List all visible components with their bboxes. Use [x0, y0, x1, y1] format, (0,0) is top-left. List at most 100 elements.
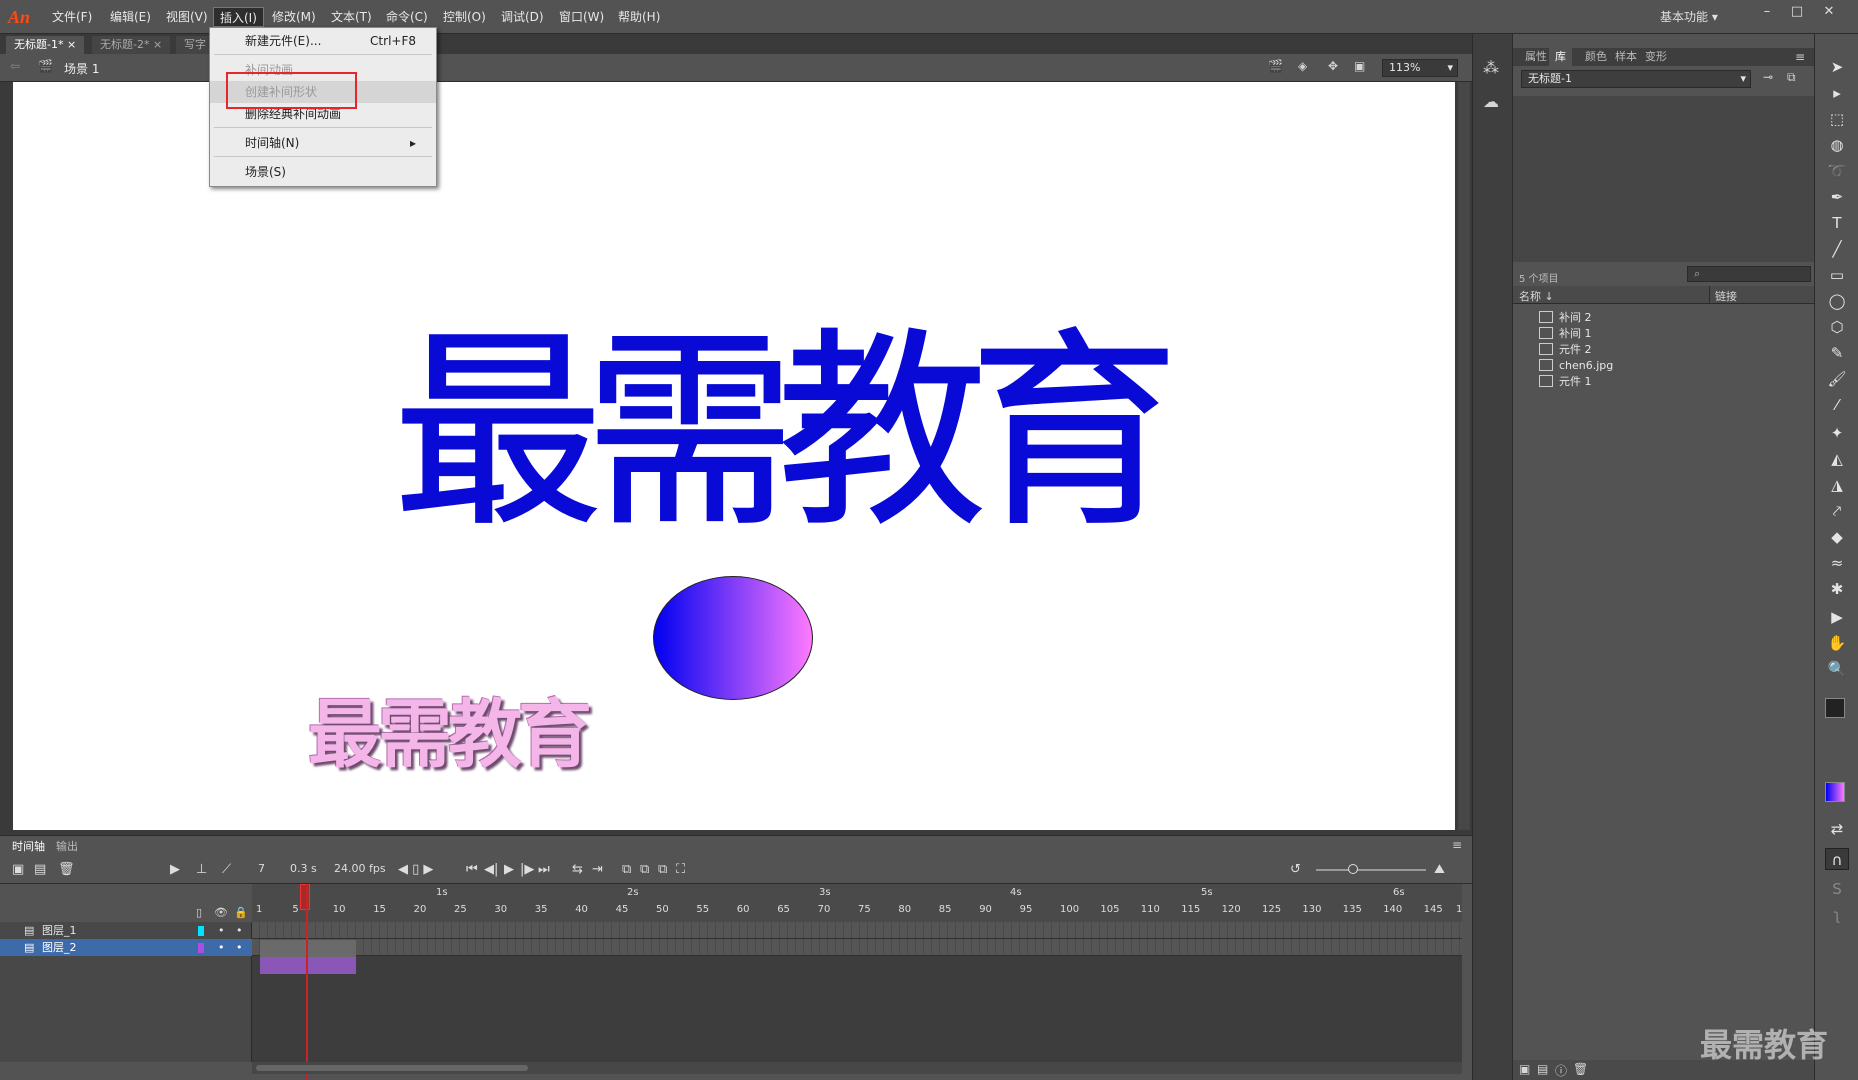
tab-untitled-1[interactable]: 无标题-1* ×	[6, 36, 85, 54]
elapsed-time[interactable]: 0.3 s	[290, 862, 317, 875]
menu-item-new-symbol[interactable]: 新建元件(E)... Ctrl+F8	[210, 30, 436, 52]
lock-dot[interactable]: •	[236, 922, 243, 939]
new-folder-icon[interactable]: ▤	[34, 862, 46, 877]
oval-tool-icon[interactable]: ◯	[1825, 290, 1849, 312]
asset-warp-tool-icon[interactable]: ✱	[1825, 578, 1849, 600]
swap-colors-icon[interactable]: ⇄	[1825, 818, 1849, 840]
library-item[interactable]: chen6.jpg	[1539, 358, 1613, 374]
maximize-button[interactable]: □	[1782, 2, 1812, 22]
frame-rate[interactable]: 24.00 fps	[334, 862, 386, 875]
new-symbol-icon[interactable]: ▣	[1519, 1062, 1530, 1076]
menu-help[interactable]: 帮助(H)	[612, 7, 666, 27]
pencil-tool-icon[interactable]: ✎	[1825, 342, 1849, 364]
text-tool-icon[interactable]: T	[1825, 212, 1849, 234]
tab-properties[interactable]: 属性	[1519, 48, 1553, 66]
rectangle-tool-icon[interactable]: ▭	[1825, 264, 1849, 286]
onion-skin-icon[interactable]: ⧉	[622, 862, 631, 877]
new-layer-icon[interactable]: ▣	[12, 862, 24, 877]
show-all-layers-icon[interactable]: ▯	[196, 906, 202, 919]
3d-rotation-tool-icon[interactable]: ◍	[1825, 134, 1849, 156]
layer-row-1[interactable]: ▤ 图层_1 • •	[0, 922, 252, 939]
scrollbar-thumb[interactable]	[256, 1065, 528, 1071]
eyedropper-tool-icon[interactable]: ⤤	[1825, 500, 1849, 522]
mountain-icon[interactable]: ⛰	[1434, 862, 1445, 877]
close-window-button[interactable]: ✕	[1814, 2, 1844, 22]
delete-layer-icon[interactable]: 🗑	[58, 862, 75, 877]
zoom-select[interactable]: 113% ▾	[1382, 59, 1458, 77]
straighten-icon[interactable]: ʅ	[1825, 904, 1849, 926]
selection-tool-icon[interactable]: ➤	[1825, 56, 1849, 78]
line-tool-icon[interactable]: ╱	[1825, 238, 1849, 260]
lock-icon[interactable]: 🔒	[234, 906, 248, 919]
paint-brush-tool-icon[interactable]: 🖌	[1825, 368, 1849, 390]
menu-window[interactable]: 窗口(W)	[553, 7, 610, 27]
properties-icon[interactable]: ⓘ	[1555, 1062, 1567, 1079]
edit-scene-icon[interactable]: 🎬	[1268, 59, 1283, 73]
tab-swatches[interactable]: 样本	[1609, 48, 1643, 66]
library-item[interactable]: 元件 1	[1539, 374, 1592, 390]
paint-bucket-tool-icon[interactable]: ◭	[1825, 448, 1849, 470]
loop-icon[interactable]: ⇆	[572, 862, 583, 877]
onion-skin-outline-icon[interactable]: ⧉	[640, 862, 649, 877]
step-forward-icon[interactable]: |▶	[520, 862, 534, 877]
pin-icon[interactable]: ⊸	[1763, 70, 1773, 84]
playhead-handle[interactable]	[300, 884, 310, 910]
center-stage-icon[interactable]: ✥	[1328, 59, 1338, 73]
camera-tool-icon[interactable]: ▶	[1825, 606, 1849, 628]
graph-icon[interactable]: ⟋	[222, 862, 231, 877]
menu-text[interactable]: 文本(T)	[325, 7, 378, 27]
eraser-tool-icon[interactable]: ◆	[1825, 526, 1849, 548]
width-tool-icon[interactable]: ≈	[1825, 552, 1849, 574]
stroke-color-swatch[interactable]	[1825, 698, 1845, 718]
camera-icon[interactable]: ▶	[170, 862, 180, 877]
go-first-frame-icon[interactable]: ⏮	[466, 862, 478, 877]
playhead[interactable]	[306, 884, 308, 1080]
shape-tween-span-layer-2[interactable]	[260, 957, 356, 974]
workspace-switcher[interactable]: 基本功能 ▾	[1660, 6, 1744, 28]
play-icon[interactable]: ▶	[504, 862, 514, 877]
layer-outline-color[interactable]	[198, 926, 204, 936]
edit-symbol-icon[interactable]: ◈	[1298, 59, 1307, 73]
library-item[interactable]: 补间 2	[1539, 310, 1592, 326]
frame-row[interactable]	[252, 922, 1462, 939]
library-search-input[interactable]: ⌕	[1687, 266, 1811, 282]
step-back-icon[interactable]: ◀|	[484, 862, 498, 877]
timeline-ruler[interactable]: 1s 2s 3s 4s 5s 6s 1 5 10 15 20 25 30 35 40 45 50 55…	[252, 884, 1462, 922]
column-link[interactable]: 链接	[1715, 288, 1737, 304]
new-folder-icon[interactable]: ▤	[1537, 1062, 1548, 1076]
panel-menu-icon[interactable]: ≡	[1452, 838, 1462, 852]
back-arrow-icon[interactable]: ⇦	[10, 59, 20, 73]
stage-text-small[interactable]: 最需教育	[308, 675, 592, 782]
trash-icon[interactable]: 🗑	[1573, 1062, 1588, 1076]
tab-library[interactable]: 库	[1549, 48, 1572, 66]
snap-to-objects-icon[interactable]: ∩	[1825, 848, 1849, 870]
edit-multiple-frames-icon[interactable]: ⧉	[658, 862, 667, 877]
layer-outline-color[interactable]	[198, 943, 204, 953]
lasso-tool-icon[interactable]: ➰	[1825, 160, 1849, 182]
menu-insert[interactable]: 插入(I)	[213, 7, 264, 27]
hand-tool-icon[interactable]: ✋	[1825, 632, 1849, 654]
frame-size-slider-thumb[interactable]	[1348, 864, 1358, 874]
close-icon[interactable]: ×	[153, 38, 162, 51]
layer-parenting-icon[interactable]: ⊥	[196, 862, 207, 877]
subselection-tool-icon[interactable]: ▸	[1825, 82, 1849, 104]
smooth-icon[interactable]: S	[1825, 878, 1849, 900]
frame-row[interactable]	[252, 939, 1462, 956]
tab-untitled-2[interactable]: 无标题-2* ×	[92, 36, 171, 54]
ink-bottle-tool-icon[interactable]: ◮	[1825, 474, 1849, 496]
menu-view[interactable]: 视图(V)	[160, 7, 214, 27]
center-frame-icon[interactable]: ⇥	[592, 862, 603, 877]
menu-debug[interactable]: 调试(D)	[495, 7, 550, 27]
pen-tool-icon[interactable]: ✒	[1825, 186, 1849, 208]
modify-markers-icon[interactable]: ⛶	[676, 862, 685, 877]
gradient-ellipse[interactable]	[653, 576, 813, 700]
layer-row-2[interactable]: ▤ 图层_2 • •	[0, 939, 252, 956]
library-item[interactable]: 元件 2	[1539, 342, 1592, 358]
visibility-dot[interactable]: •	[218, 939, 225, 956]
menu-item-timeline[interactable]: 时间轴(N) ▸	[210, 132, 436, 154]
current-frame[interactable]: 7	[258, 862, 265, 875]
tab-output[interactable]: 输出	[48, 838, 86, 856]
timeline-scrollbar[interactable]	[252, 1062, 1462, 1074]
brush-tool-icon[interactable]: ⁄	[1825, 394, 1849, 416]
keyframe-span-layer-1[interactable]	[260, 940, 356, 957]
